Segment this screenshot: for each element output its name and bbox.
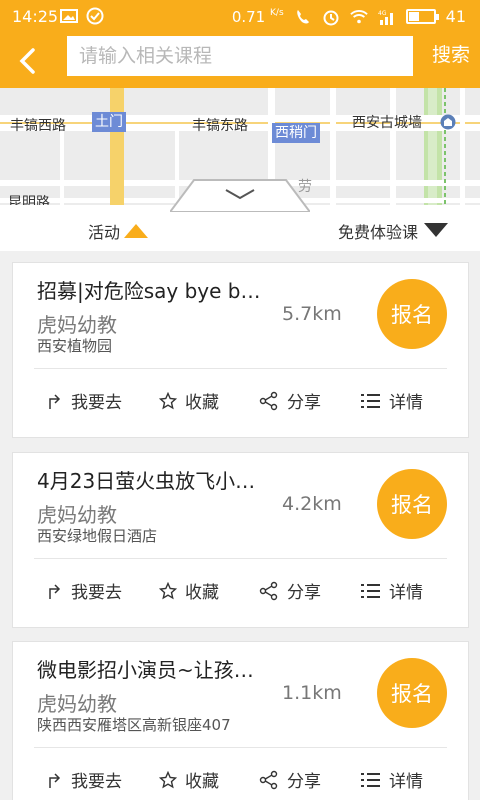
- activity-organizer: 虎妈幼教: [37, 313, 117, 337]
- go-button[interactable]: 我要去: [47, 388, 122, 413]
- divider: [34, 747, 447, 748]
- triangle-down-icon: [424, 223, 448, 237]
- share-button[interactable]: 分享: [259, 578, 321, 603]
- battery-icon: [405, 9, 439, 24]
- share-icon: [259, 581, 278, 600]
- favorite-button[interactable]: 收藏: [159, 578, 219, 603]
- signup-button[interactable]: 报名: [377, 658, 447, 728]
- activity-card[interactable]: 招募|对危险say bye b… 虎妈幼教 西安植物园 5.7km 报名 我要去…: [12, 262, 469, 438]
- activity-distance: 5.7km: [282, 303, 342, 325]
- turn-right-icon: [49, 583, 61, 599]
- gallery-notification-icon: [60, 9, 78, 23]
- map-label: 丰镐西路: [10, 118, 66, 134]
- activity-address: 陕西西安雁塔区高新银座407: [37, 716, 231, 734]
- star-icon: [159, 770, 177, 788]
- activity-card[interactable]: 微电影招小演员~让孩… 虎妈幼教 陕西西安雁塔区高新银座407 1.1km 报名…: [12, 641, 469, 800]
- favorite-button[interactable]: 收藏: [159, 388, 219, 413]
- list-icon: [361, 393, 380, 408]
- detail-button[interactable]: 详情: [361, 578, 423, 603]
- activity-card[interactable]: 4月23日萤火虫放飞小… 虎妈幼教 西安绿地假日酒店 4.2km 报名 我要去 …: [12, 452, 469, 628]
- activity-address: 西安植物园: [37, 337, 113, 355]
- share-button[interactable]: 分享: [259, 388, 321, 413]
- list-icon: [361, 772, 380, 787]
- activity-distance: 4.2km: [282, 493, 342, 515]
- activity-distance: 1.1km: [282, 682, 342, 704]
- detail-button[interactable]: 详情: [361, 388, 423, 413]
- favorite-button[interactable]: 收藏: [159, 767, 219, 792]
- svg-text:4G: 4G: [378, 10, 387, 17]
- wifi-icon: [349, 9, 368, 23]
- landmark-icon: [440, 114, 456, 130]
- activity-title: 招募|对危险say bye b…: [37, 279, 261, 303]
- divider: [34, 558, 447, 559]
- signup-button[interactable]: 报名: [377, 469, 447, 539]
- network-speed: 0.71 K/s: [231, 7, 284, 26]
- list-icon: [361, 583, 380, 598]
- cell-signal-icon: 4G: [378, 10, 393, 25]
- map-tag: 西稍门: [272, 123, 320, 143]
- check-notification-icon: [86, 7, 104, 25]
- map-collapse-handle[interactable]: [170, 176, 310, 212]
- turn-right-icon: [49, 393, 61, 409]
- header: 搜索: [0, 34, 480, 88]
- tab-activity[interactable]: 活动: [88, 219, 149, 243]
- alarm-icon: [323, 10, 339, 25]
- tab-free-trial[interactable]: 免费体验课: [337, 219, 448, 243]
- activity-organizer: 虎妈幼教: [37, 692, 117, 716]
- triangle-up-icon: [124, 224, 149, 238]
- map-label: 丰镐东路: [192, 118, 248, 134]
- tab-activity-label: 活动: [88, 223, 121, 242]
- star-icon: [159, 391, 177, 409]
- search-input[interactable]: [67, 36, 413, 76]
- battery-level: 41: [445, 7, 466, 26]
- detail-button[interactable]: 详情: [361, 767, 423, 792]
- back-button[interactable]: [8, 42, 48, 80]
- back-arrow-icon: [19, 48, 35, 74]
- go-button[interactable]: 我要去: [47, 767, 122, 792]
- share-icon: [259, 391, 278, 410]
- signup-button[interactable]: 报名: [377, 279, 447, 349]
- tab-free-trial-label: 免费体验课: [337, 223, 418, 242]
- share-icon: [259, 770, 278, 789]
- map-tag: 土门: [92, 112, 126, 132]
- map-label: 西安古城墙: [352, 115, 422, 131]
- activity-title: 4月23日萤火虫放飞小…: [37, 469, 256, 493]
- star-icon: [159, 581, 177, 599]
- search-button[interactable]: 搜索: [432, 42, 470, 68]
- status-time: 14:25: [12, 7, 59, 26]
- phone-icon: [296, 9, 309, 23]
- divider: [34, 368, 447, 369]
- turn-right-icon: [49, 772, 61, 788]
- activity-organizer: 虎妈幼教: [37, 503, 117, 527]
- share-button[interactable]: 分享: [259, 767, 321, 792]
- activity-address: 西安绿地假日酒店: [37, 527, 158, 545]
- activity-title: 微电影招小演员~让孩…: [37, 658, 254, 682]
- go-button[interactable]: 我要去: [47, 578, 122, 603]
- status-bar: 14:25 0.71 K/s 4G 41: [0, 0, 480, 34]
